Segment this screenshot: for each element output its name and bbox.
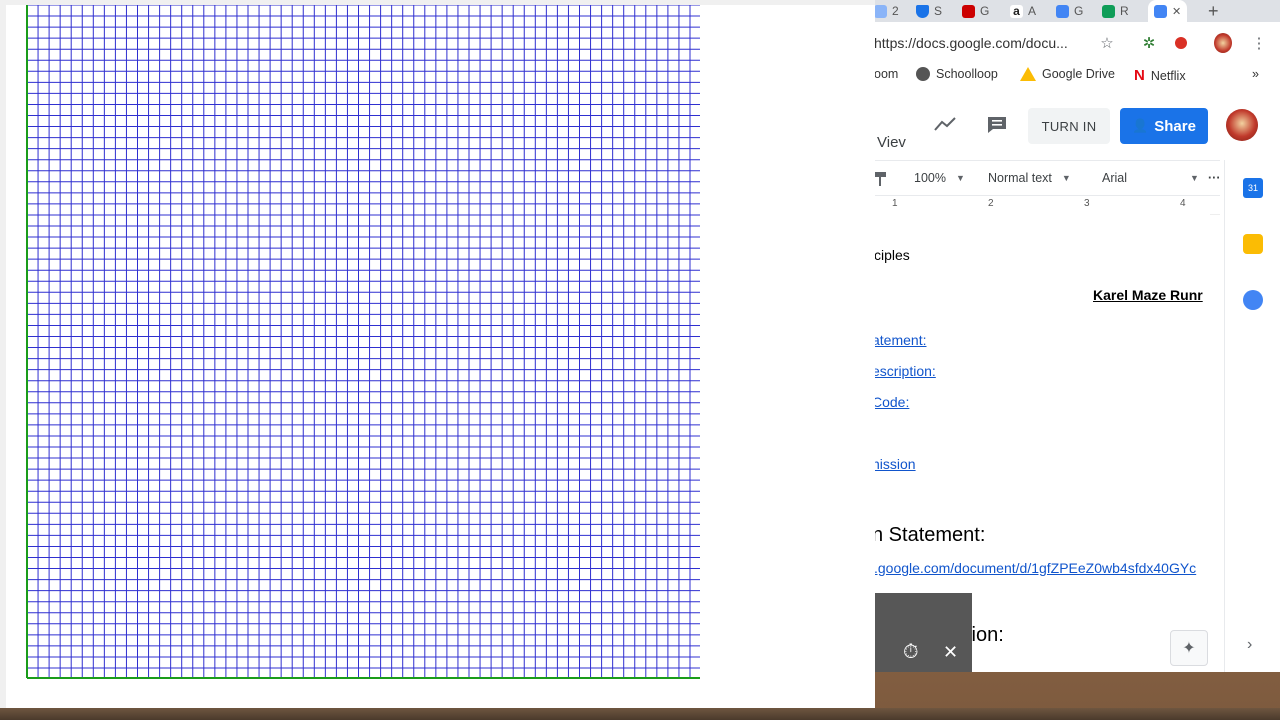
style-caret-icon: ▼ bbox=[1061, 173, 1071, 183]
toc-link-statement[interactable]: atement: bbox=[872, 332, 926, 348]
shield-tab-icon bbox=[916, 4, 929, 18]
chrome-window: 2 S G a A G R ✕ + https://docs.google.co… bbox=[870, 0, 1280, 672]
grid-canvas-area bbox=[6, 5, 875, 708]
bookmark-schoolloop[interactable]: Schoolloop bbox=[916, 67, 998, 81]
ruler: 1 2 3 4 bbox=[870, 196, 1220, 215]
graph-paper-grid bbox=[26, 5, 700, 679]
record-extension-icon[interactable] bbox=[1172, 34, 1190, 52]
comment-icon[interactable] bbox=[986, 115, 1008, 140]
tab-active-docs[interactable]: ✕ bbox=[1148, 0, 1188, 22]
person-add-icon: 👤 bbox=[1132, 118, 1149, 133]
turn-in-button[interactable]: TURN IN bbox=[1028, 108, 1110, 144]
tab-4[interactable]: a A bbox=[1010, 0, 1036, 22]
tasks-icon[interactable] bbox=[1243, 290, 1263, 310]
toc-link-description[interactable]: escription: bbox=[872, 363, 936, 379]
bookmarks-more[interactable]: » bbox=[1252, 67, 1259, 81]
doc-title-line: Karel Maze Runr bbox=[1093, 287, 1203, 303]
bookmark-google-drive[interactable]: Google Drive bbox=[1020, 67, 1115, 81]
timer-icon[interactable]: ⏱ bbox=[903, 641, 919, 664]
tab-5[interactable]: G bbox=[1056, 0, 1083, 22]
star-icon[interactable]: ☆ bbox=[1098, 34, 1116, 52]
docs-header: Viev TURN IN 👤 Share bbox=[870, 96, 1280, 158]
style-select[interactable]: Normal text ▼ bbox=[988, 171, 1071, 185]
bookmark-classroom[interactable]: oom bbox=[874, 67, 898, 81]
tab-3[interactable]: G bbox=[962, 0, 989, 22]
paint-format-icon[interactable] bbox=[874, 171, 888, 187]
activity-trend-icon[interactable] bbox=[934, 116, 956, 137]
toc-link-code[interactable]: Code: bbox=[872, 394, 909, 410]
doc-text-line: ciples bbox=[874, 247, 910, 263]
bookmark-netflix[interactable]: N Netflix bbox=[1134, 67, 1186, 84]
docs-active-tab-icon bbox=[1154, 4, 1167, 18]
netflix-icon: N bbox=[1134, 67, 1145, 84]
generic-tab-icon bbox=[874, 4, 887, 18]
toc-link-submission[interactable]: nission bbox=[872, 456, 916, 472]
url-field[interactable]: https://docs.google.com/docu... bbox=[874, 35, 1068, 51]
docs-tab-icon bbox=[1056, 4, 1069, 18]
globe-icon bbox=[916, 67, 930, 81]
bookmarks-bar: oom Schoolloop Google Drive N Netflix » bbox=[870, 64, 1280, 86]
classroom-tab-icon bbox=[1102, 4, 1115, 18]
view-menu[interactable]: Viev bbox=[877, 134, 906, 151]
tab-2[interactable]: S bbox=[916, 0, 942, 22]
amazon-tab-icon: a bbox=[1010, 4, 1023, 18]
new-tab-button[interactable]: + bbox=[1208, 0, 1219, 22]
profile-avatar-small[interactable] bbox=[1214, 33, 1232, 53]
zoom-caret-icon: ▼ bbox=[955, 173, 965, 183]
font-select[interactable]: Arial ▼ bbox=[1102, 171, 1199, 185]
calendar-icon[interactable]: 31 bbox=[1243, 178, 1263, 198]
font-caret-icon: ▼ bbox=[1190, 173, 1199, 183]
tab-1[interactable]: 2 bbox=[874, 0, 899, 22]
side-panel: 31 › bbox=[1224, 160, 1280, 672]
toolbar-more-icon[interactable]: ··· bbox=[1208, 171, 1221, 185]
keep-icon[interactable] bbox=[1243, 234, 1263, 254]
grid-window bbox=[0, 0, 875, 708]
explore-button[interactable]: ✦ bbox=[1170, 630, 1208, 666]
chevron-right-icon[interactable]: › bbox=[1247, 636, 1252, 654]
dock bbox=[0, 708, 1280, 720]
video-overlay: ⏱ ✕ bbox=[875, 593, 972, 672]
tab-6[interactable]: R bbox=[1102, 0, 1129, 22]
chrome-menu-icon[interactable]: ⋮ bbox=[1250, 34, 1268, 52]
cvs-tab-icon bbox=[962, 4, 975, 18]
explore-sparkle-icon: ✦ bbox=[1182, 640, 1196, 657]
extension-icon[interactable]: ✲ bbox=[1140, 34, 1158, 52]
doc-url-link[interactable]: .google.com/document/d/1gfZPEeZ0wb4sfdx4… bbox=[874, 560, 1196, 576]
account-avatar[interactable] bbox=[1226, 109, 1258, 141]
zoom-select[interactable]: 100% ▼ bbox=[914, 171, 965, 185]
address-bar: https://docs.google.com/docu... ☆ ✲ ⋮ bbox=[870, 22, 1280, 65]
tab-strip: 2 S G a A G R ✕ + bbox=[870, 0, 1280, 22]
overlay-close-icon[interactable]: ✕ bbox=[943, 642, 958, 663]
google-drive-icon bbox=[1020, 67, 1036, 81]
docs-toolbar: 100% ▼ Normal text ▼ Arial ▼ ··· bbox=[870, 160, 1221, 196]
doc-heading-statement: n Statement: bbox=[872, 524, 986, 546]
share-button[interactable]: 👤 Share bbox=[1120, 108, 1208, 144]
close-tab-icon[interactable]: ✕ bbox=[1172, 5, 1181, 18]
